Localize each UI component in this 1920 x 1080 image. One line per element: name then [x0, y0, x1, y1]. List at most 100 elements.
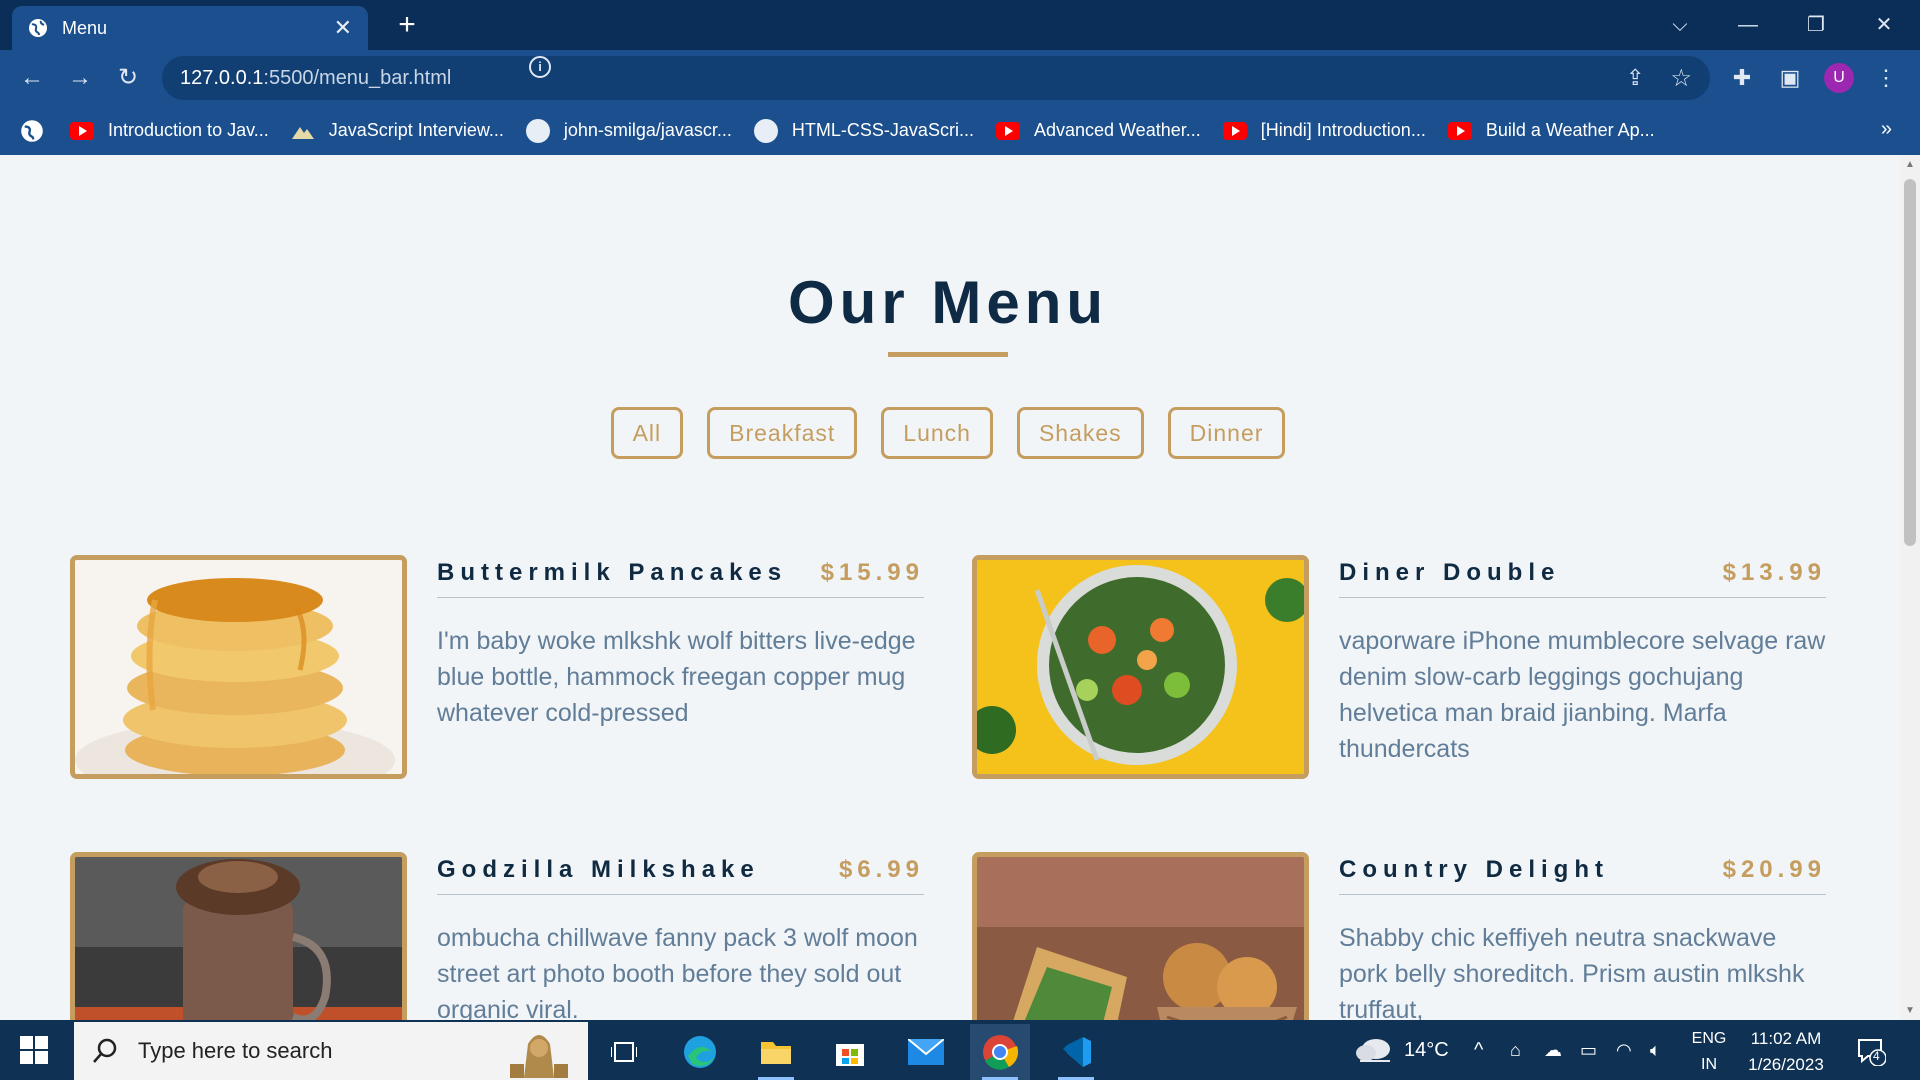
extensions-icon[interactable]: ✚: [1726, 62, 1758, 94]
clock-time: 11:02 AM: [1750, 1029, 1822, 1048]
vscode-icon[interactable]: [1046, 1024, 1106, 1080]
menu-item: Godzilla Milkshake $6.99 ombucha chillwa…: [70, 852, 950, 1020]
region-code: IN: [1701, 1056, 1717, 1073]
bookmarks-bar: Introduction to Jav... JavaScript Interv…: [0, 106, 1920, 155]
taskbar-search-box[interactable]: Type here to search: [74, 1022, 588, 1080]
page-content: Our Menu All Breakfast Lunch Shakes Dinn…: [0, 155, 1900, 1020]
restore-button[interactable]: ❐: [1796, 8, 1836, 42]
clock-date: 1/26/2023: [1748, 1055, 1824, 1074]
new-tab-button[interactable]: +: [392, 10, 422, 40]
microsoft-store-icon[interactable]: [820, 1024, 880, 1080]
bookmark-item[interactable]: Introduction to Jav...: [70, 120, 269, 141]
tab-menu[interactable]: Menu ✕: [12, 6, 368, 50]
item-description: ombucha chillwave fanny pack 3 wolf moon…: [437, 924, 918, 1020]
mountain-icon: [291, 126, 314, 139]
sandwich-image: [977, 857, 1304, 1020]
bookmark-item[interactable]: Advanced Weather...: [995, 120, 1201, 141]
youtube-icon: [70, 121, 94, 140]
item-name: Buttermilk Pancakes: [437, 559, 788, 586]
mail-icon[interactable]: [896, 1024, 956, 1080]
scroll-down-icon[interactable]: ▼: [1905, 1005, 1915, 1016]
show-hidden-icons-icon[interactable]: ^: [1474, 1020, 1483, 1080]
menu-item: Buttermilk Pancakes $15.99 I'm baby woke…: [70, 555, 950, 780]
more-menu-icon[interactable]: ⋮: [1870, 62, 1902, 94]
filter-breakfast-button[interactable]: Breakfast: [707, 407, 858, 459]
language-code: ENG: [1691, 1030, 1727, 1047]
bookmark-label: Introduction to Jav...: [108, 120, 269, 140]
volume-icon[interactable]: 🔈︎: [1650, 1020, 1661, 1080]
filter-all-button[interactable]: All: [610, 407, 684, 459]
browser-toolbar: ← → ↻ i 127.0.0.1:5500/menu_bar.html ⇪ ☆…: [0, 50, 1920, 106]
address-bar[interactable]: i 127.0.0.1:5500/menu_bar.html ⇪ ☆: [162, 56, 1710, 100]
more-bookmarks-icon[interactable]: »: [1881, 118, 1892, 141]
meet-icon[interactable]: ⌂: [1510, 1020, 1521, 1080]
globe-icon[interactable]: [20, 119, 44, 143]
task-view-icon[interactable]: [594, 1024, 654, 1080]
cloud-icon: [1356, 1039, 1390, 1062]
menu-item: Diner Double $13.99 vaporware iPhone mum…: [972, 555, 1852, 780]
clock[interactable]: 11:02 AM 1/26/2023: [1736, 1026, 1836, 1078]
scroll-up-icon[interactable]: ▲: [1905, 159, 1915, 170]
page-title: Our Menu: [788, 269, 1108, 336]
chrome-icon[interactable]: [970, 1024, 1030, 1080]
filter-dinner-button[interactable]: Dinner: [1167, 407, 1286, 459]
bookmark-item[interactable]: john-smilga/javascr...: [525, 118, 732, 143]
item-description: Shabby chic keffiyeh neutra snackwave po…: [1339, 924, 1805, 1020]
minimize-button[interactable]: —: [1728, 8, 1768, 42]
onedrive-icon[interactable]: ☁: [1544, 1020, 1562, 1080]
scrollbar-thumb[interactable]: [1904, 179, 1916, 546]
item-photo-milkshake: [70, 852, 407, 1020]
bookmark-item[interactable]: HTML-CSS-JavaScri...: [753, 118, 974, 143]
wifi-icon[interactable]: ◠: [1616, 1020, 1632, 1080]
item-header: Godzilla Milkshake $6.99: [437, 852, 924, 895]
back-button[interactable]: ←: [16, 62, 48, 94]
url-path: :5500/menu_bar.html: [263, 66, 452, 89]
profile-avatar[interactable]: U: [1824, 63, 1854, 93]
page-scrollbar[interactable]: ▲ ▼: [1900, 155, 1920, 1020]
site-info-icon[interactable]: i: [529, 56, 551, 78]
weather-widget[interactable]: 14°C: [1354, 1020, 1449, 1080]
item-price: $15.99: [820, 559, 924, 586]
bookmark-star-icon[interactable]: ☆: [1670, 64, 1692, 93]
side-panel-icon[interactable]: ▣: [1774, 62, 1806, 94]
bookmark-item[interactable]: [Hindi] Introduction...: [1222, 120, 1426, 141]
bookmark-label: Advanced Weather...: [1033, 120, 1201, 140]
filter-buttons: All Breakfast Lunch Shakes Dinner: [0, 407, 1896, 459]
item-info: Diner Double $13.99 vaporware iPhone mum…: [1339, 555, 1826, 767]
milkshake-image: [75, 857, 402, 1020]
item-photo-pancakes: [70, 555, 407, 779]
title-underline: [888, 352, 1008, 357]
battery-icon[interactable]: ▭: [1580, 1020, 1597, 1080]
filter-lunch-button[interactable]: Lunch: [881, 407, 993, 459]
item-info: Godzilla Milkshake $6.99 ombucha chillwa…: [437, 852, 924, 1020]
filter-shakes-button[interactable]: Shakes: [1016, 407, 1144, 459]
file-explorer-icon[interactable]: [746, 1024, 806, 1080]
bookmark-label: [Hindi] Introduction...: [1260, 120, 1426, 140]
item-header: Country Delight $20.99: [1339, 852, 1826, 895]
notification-center-icon[interactable]: 4: [1856, 1036, 1887, 1067]
close-tab-icon[interactable]: ✕: [334, 15, 352, 41]
share-icon[interactable]: ⇪: [1626, 65, 1644, 91]
menu-item: Country Delight $20.99 Shabby chic keffi…: [972, 852, 1852, 1020]
bookmark-item[interactable]: Build a Weather Ap...: [1447, 120, 1655, 141]
reload-button[interactable]: ↻: [112, 62, 144, 94]
pharaoh-search-highlight-icon: [510, 1035, 568, 1078]
bookmark-item[interactable]: JavaScript Interview...: [291, 120, 504, 141]
forward-button[interactable]: →: [64, 62, 96, 94]
salad-bowl-image: [977, 560, 1304, 774]
item-price: $13.99: [1722, 559, 1826, 586]
weather-temp: 14°C: [1404, 1038, 1449, 1061]
windows-start-icon[interactable]: [20, 1036, 48, 1064]
tab-title: Menu: [62, 17, 108, 38]
item-photo-sandwich: [972, 852, 1309, 1020]
url-host: 127.0.0.1: [180, 66, 264, 89]
close-window-button[interactable]: ✕: [1864, 8, 1904, 42]
language-indicator[interactable]: ENG IN: [1684, 1026, 1734, 1078]
item-header: Buttermilk Pancakes $15.99: [437, 555, 924, 598]
item-header: Diner Double $13.99: [1339, 555, 1826, 598]
search-icon: [93, 1038, 117, 1063]
tab-strip: Menu ✕ + ⌵ — ❐ ✕: [0, 0, 1920, 50]
bookmark-label: JavaScript Interview...: [328, 120, 504, 140]
edge-icon[interactable]: [670, 1024, 730, 1080]
tab-search-icon[interactable]: ⌵: [1660, 8, 1700, 42]
